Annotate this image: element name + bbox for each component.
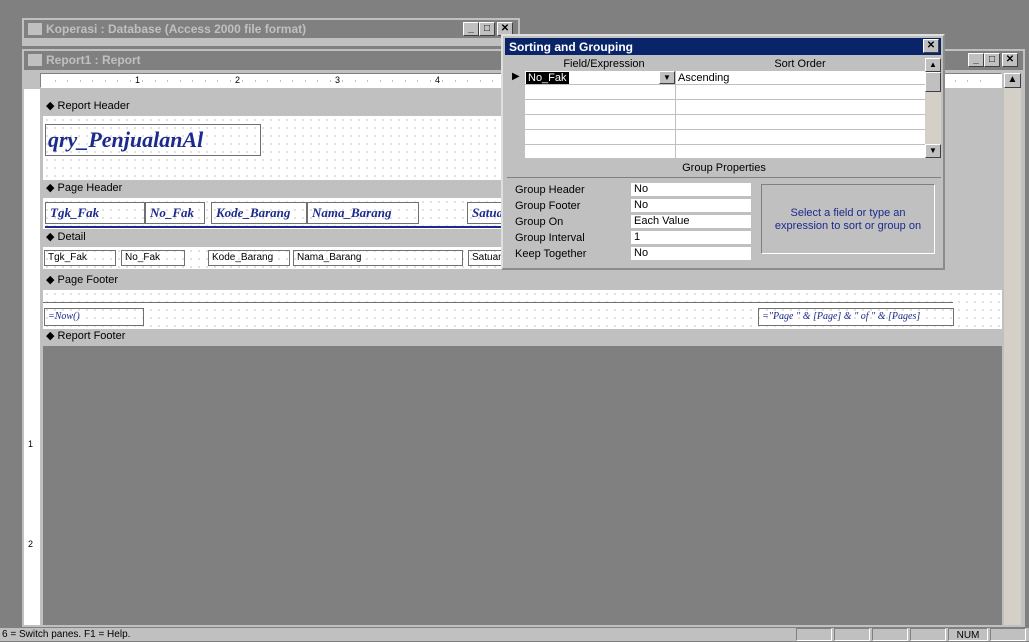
sort-row-empty[interactable] — [525, 131, 925, 145]
grid-header-row: Field/Expression Sort Order — [507, 58, 925, 71]
header-label-tgk-fak[interactable]: Tgk_Fak — [45, 202, 145, 224]
current-row-arrow-icon: ▶ — [512, 71, 520, 82]
database-window-title: Koperasi : Database (Access 2000 file fo… — [46, 22, 307, 36]
vertical-scrollbar[interactable]: ▲ — [1004, 73, 1021, 625]
status-panel — [910, 628, 946, 641]
band-label: Report Footer — [57, 330, 126, 342]
footer-now-field[interactable]: =Now() — [44, 308, 144, 326]
grid-scroll-down[interactable]: ▼ — [925, 144, 941, 158]
header-label-nama-barang[interactable]: Nama_Barang — [307, 202, 419, 224]
group-hint-panel: Select a field or type an expression to … — [761, 184, 935, 254]
num-lock-indicator: NUM — [948, 628, 988, 641]
ruler-corner[interactable] — [24, 73, 40, 88]
report-canvas-empty[interactable] — [43, 346, 1002, 625]
band-arrow-icon: ◆ — [46, 330, 58, 342]
vruler-number: 2 — [28, 539, 34, 549]
status-panel — [834, 628, 870, 641]
band-label: Page Footer — [57, 274, 119, 286]
footer-line — [43, 302, 953, 303]
status-panel — [872, 628, 908, 641]
header-underline — [45, 226, 504, 228]
band-report-footer[interactable]: ◆ Report Footer — [40, 329, 1002, 345]
prop-label-group-on: Group On — [515, 216, 564, 228]
band-label: Report Header — [57, 100, 130, 112]
database-window[interactable]: Koperasi : Database (Access 2000 file fo… — [22, 18, 520, 46]
group-hint-text: Select a field or type an expression to … — [774, 207, 922, 232]
db-maximize-button[interactable]: □ — [479, 22, 495, 36]
column-header-order: Sort Order — [774, 58, 826, 70]
column-header-field: Field/Expression — [563, 58, 645, 70]
sort-row-empty[interactable] — [525, 116, 925, 130]
header-label-kode-barang[interactable]: Kode_Barang — [211, 202, 307, 224]
prop-value-group-header[interactable]: No — [631, 183, 751, 197]
sort-row-empty[interactable] — [525, 86, 925, 100]
band-page-footer[interactable]: ◆ Page Footer — [40, 273, 1002, 289]
prop-label-group-header: Group Header — [515, 184, 585, 196]
sort-order-value[interactable]: Ascending — [678, 72, 729, 84]
database-window-titlebar[interactable]: Koperasi : Database (Access 2000 file fo… — [24, 20, 518, 38]
sorting-close-button[interactable]: ✕ — [923, 39, 939, 53]
vruler-number: 1 — [28, 439, 34, 449]
field-dropdown-button[interactable]: ▼ — [659, 71, 675, 84]
grid-scroll-up[interactable]: ▲ — [925, 58, 941, 72]
group-properties-title: Group Properties — [682, 162, 766, 174]
band-arrow-icon: ◆ — [46, 182, 58, 194]
prop-label-keep-together: Keep Together — [515, 248, 587, 260]
sorting-dialog-titlebar[interactable]: Sorting and Grouping — [505, 38, 941, 55]
sort-row[interactable]: No_Fak ▼ Ascending — [525, 71, 925, 85]
row-selector-column: ▶ — [507, 71, 525, 158]
detail-field-satuan[interactable]: Satuan — [468, 250, 504, 266]
status-panel — [990, 628, 1026, 641]
detail-area[interactable]: Tgk_Fak No_Fak Kode_Barang Nama_Barang S… — [43, 247, 504, 269]
sorting-grid-scrollbar[interactable]: ▲ ▼ — [925, 58, 941, 158]
detail-field-nama-barang[interactable]: Nama_Barang — [293, 250, 463, 266]
prop-label-group-interval: Group Interval — [515, 232, 585, 244]
scroll-up-button[interactable]: ▲ — [1004, 73, 1021, 88]
status-text: 6 = Switch panes. F1 = Help. — [2, 629, 131, 640]
report-window-title: Report1 : Report — [46, 53, 141, 67]
report-title-label[interactable]: qry_PenjualanAl — [45, 124, 261, 156]
detail-field-tgk-fak[interactable]: Tgk_Fak — [44, 250, 116, 266]
band-arrow-icon: ◆ — [46, 274, 58, 286]
detail-field-no-fak[interactable]: No_Fak — [121, 250, 185, 266]
prop-value-group-footer[interactable]: No — [631, 199, 751, 213]
database-icon — [28, 23, 42, 35]
group-properties-list[interactable]: Group Header No Group Footer No Group On… — [515, 181, 751, 261]
band-arrow-icon: ◆ — [46, 100, 58, 112]
prop-label-group-footer: Group Footer — [515, 200, 581, 212]
header-label-no-fak[interactable]: No_Fak — [145, 202, 205, 224]
report-close-button[interactable]: ✕ — [1002, 53, 1018, 67]
prop-value-group-on[interactable]: Each Value — [631, 215, 751, 229]
sorting-grouping-dialog[interactable]: Sorting and Grouping ✕ Field/Expression … — [501, 34, 945, 270]
page-header-area[interactable]: Tgk_Fak No_Fak Kode_Barang Nama_Barang S… — [43, 198, 507, 229]
page-footer-area[interactable]: =Now() ="Page " & [Page] & " of " & [Pag… — [43, 290, 1002, 332]
report-icon — [28, 54, 42, 66]
footer-page-field[interactable]: ="Page " & [Page] & " of " & [Pages] — [758, 308, 954, 326]
report-header-area[interactable]: qry_PenjualanAl — [43, 116, 504, 180]
band-label: Page Header — [57, 182, 123, 194]
sorting-grid[interactable]: Field/Expression Sort Order ▶ No_Fak ▼ A… — [507, 58, 925, 158]
status-panel — [796, 628, 832, 641]
db-minimize-button[interactable]: _ — [463, 22, 479, 36]
detail-field-kode-barang[interactable]: Kode_Barang — [208, 250, 290, 266]
report-maximize-button[interactable]: □ — [984, 53, 1000, 67]
group-properties-divider — [507, 177, 941, 178]
prop-value-group-interval[interactable]: 1 — [631, 231, 751, 245]
prop-value-keep-together[interactable]: No — [631, 247, 751, 261]
sort-row-empty[interactable] — [525, 101, 925, 115]
band-arrow-icon: ◆ — [46, 231, 58, 243]
status-bar: 6 = Switch panes. F1 = Help. NUM — [0, 628, 1029, 641]
vertical-ruler: 1 2 — [24, 89, 40, 625]
report-minimize-button[interactable]: _ — [968, 53, 984, 67]
sort-field-value[interactable]: No_Fak — [526, 72, 569, 84]
grid-scroll-thumb[interactable] — [925, 72, 941, 92]
sorting-dialog-title: Sorting and Grouping — [509, 40, 633, 54]
band-label: Detail — [57, 231, 86, 243]
